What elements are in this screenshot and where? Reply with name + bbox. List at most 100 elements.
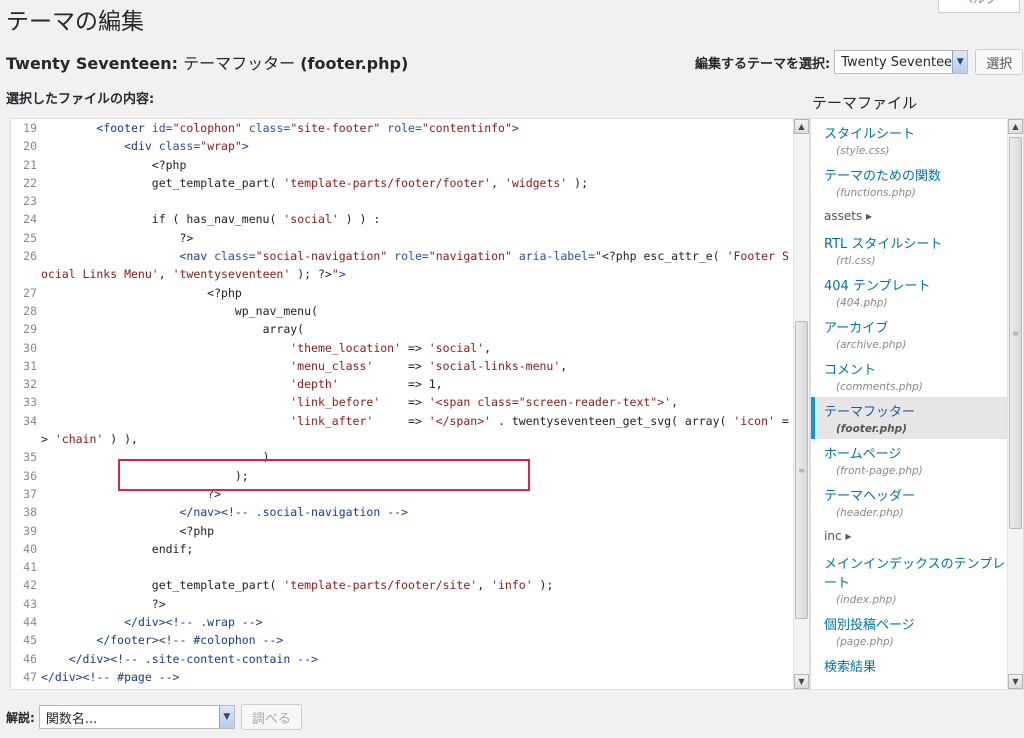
line-number: 21 [23,157,37,172]
code-text: endif; [41,541,194,556]
code-line: 40 endif; [11,540,795,558]
sidebar-scroll-thumb[interactable]: ≡ [1009,137,1022,529]
code-line: 46 </div><!-- .site-content-contain --> [11,650,795,668]
line-number: 19 [23,121,37,135]
theme-file-name[interactable]: テーマヘッダー [824,485,1009,504]
code-text: </footer><!-- #colophon --> [96,633,284,648]
line-number: 46 [23,651,37,666]
theme-file-item[interactable]: 検索結果 [811,652,1009,679]
function-select[interactable]: 関数名... ▼ [38,705,235,729]
selected-file-label: 選択したファイルの内容: [6,92,155,107]
theme-select[interactable]: Twenty Seventeen ▼ [834,50,969,74]
code-line: 22 get_template_part( 'template-parts/fo… [11,174,795,192]
code-text: </div><!-- .wrap --> [124,615,263,630]
editor-scrollbar[interactable]: ▲ ≡ ▼ [793,119,809,689]
theme-select-value: Twenty Seventeen [841,54,953,70]
theme-file-path: (front-page.php) [836,465,923,477]
theme-file-name[interactable]: メインインデックスのテンプレート [824,553,1009,591]
line-number: 24 [23,212,37,227]
folder-toggle[interactable]: assets ▸ [811,203,1009,229]
code-line: 28 wp_nav_menu( [11,302,795,320]
theme-file-item[interactable]: RTL スタイルシート (rtl.css) [811,229,1009,271]
theme-file-item[interactable]: コメント (comments.php) [811,355,1009,397]
theme-file-path: (footer.php) [836,423,907,435]
theme-file-item[interactable]: テーマフッター (footer.php) [811,397,1009,439]
line-number: 28 [23,303,37,318]
line-number: 39 [23,523,37,538]
code-line: 35 ) [11,448,795,466]
theme-select-label: 編集するテーマを選択: [695,56,831,72]
theme-file-item[interactable]: テーマのための関数 (functions.php) [811,161,1009,203]
theme-file-path: (404.php) [836,297,888,309]
lookup-button[interactable]: 調べる [240,704,302,730]
theme-file-item[interactable]: 個別投稿ページ (page.php) [811,610,1009,652]
line-number: 32 [23,377,37,392]
theme-file-name[interactable]: コメント [824,359,1009,378]
editor-scroll-thumb[interactable]: ≡ [795,321,808,619]
code-text: get_template_part( 'template-parts/foote… [41,175,589,190]
code-text: ?> [41,596,166,611]
code-line: 33 'link_before' => '<span class="screen… [11,393,795,411]
chevron-down-icon[interactable]: ▼ [952,51,968,73]
theme-file-path: (index.php) [836,594,897,606]
sidebar-scrollbar[interactable]: ▲ ≡ ▼ [1007,119,1023,689]
scroll-up-icon[interactable]: ▲ [794,119,809,134]
help-tab[interactable]: ヘルプ [938,0,1020,13]
theme-file-name[interactable]: ホームページ [824,443,1009,462]
theme-file-path: (page.php) [836,636,894,648]
code-line: 39 <?php [11,522,795,540]
code-line: 26 <nav class="social-navigation" role="… [11,247,795,284]
theme-file-name[interactable]: テーマのための関数 [824,165,1009,184]
documentation-bar: 解説: 関数名... ▼ 調べる [6,704,302,730]
theme-file-item[interactable]: テーマヘッダー (header.php) [811,481,1009,523]
code-line: 30 'theme_location' => 'social', [11,339,795,357]
code-line: 41 [11,558,795,576]
scroll-down-icon[interactable]: ▼ [794,674,809,689]
function-select-value: 関数名... [45,711,98,727]
theme-file-path: (rtl.css) [836,255,876,267]
code-text: ?> [41,486,222,501]
theme-file-name[interactable]: 個別投稿ページ [824,614,1009,633]
theme-file-item[interactable]: メインインデックスのテンプレート (index.php) [811,549,1009,610]
file-name: (footer.php) [300,54,409,73]
theme-file-name[interactable]: スタイルシート [824,123,1009,142]
theme-file-name[interactable]: RTL スタイルシート [824,233,1009,252]
code-text: <?php [41,157,187,172]
code-line: 27 <?php [11,284,795,302]
code-text: <footer id="colophon" class="site-footer… [96,121,519,135]
code-line: 20 <div class="wrap"> [11,137,795,155]
theme-file-item[interactable]: アーカイブ (archive.php) [811,313,1009,355]
select-theme-button[interactable]: 選択 [975,49,1024,75]
page-title: テーマの編集 [6,9,144,35]
file-title: テーマフッター [183,54,296,73]
scroll-down-icon[interactable]: ▼ [1008,674,1023,689]
theme-file-name[interactable]: 404 テンプレート [824,275,1009,294]
code-textarea[interactable]: 19 <footer id="colophon" class="site-foo… [11,119,795,689]
line-number: 35 [23,450,37,465]
code-editor[interactable]: 19 <footer id="colophon" class="site-foo… [10,118,810,690]
theme-file-name[interactable]: 検索結果 [824,656,1009,675]
code-line: 29 array( [11,320,795,338]
chevron-down-icon[interactable]: ▼ [218,706,234,728]
folder-toggle[interactable]: inc ▸ [811,523,1009,549]
scroll-up-icon[interactable]: ▲ [1008,119,1023,134]
code-text: 'menu_class' => 'social-links-menu', [290,358,568,373]
theme-file-name[interactable]: テーマフッター [824,401,1009,420]
theme-files-title: テーマファイル [812,94,918,112]
code-text: 'theme_location' => 'social', [290,340,492,355]
theme-file-item[interactable]: 404 テンプレート (404.php) [811,271,1009,313]
theme-file-name[interactable]: アーカイブ [824,317,1009,336]
line-number: 27 [23,285,37,300]
code-text: </nav><!-- .social-navigation --> [179,505,408,520]
theme-select-form: 編集するテーマを選択: Twenty Seventeen ▼ 選択 [695,49,1024,75]
line-number: 34 [23,413,37,428]
code-text: 'depth' => 1, [290,377,443,392]
line-number: 38 [23,505,37,520]
line-number: 23 [23,194,37,209]
theme-files-panel: スタイルシート (style.css) テーマのための関数 (functions.ph… [810,118,1024,690]
theme-file-item[interactable]: ホームページ (front-page.php) [811,439,1009,481]
line-number: 43 [23,596,37,611]
theme-file-item[interactable]: スタイルシート (style.css) [811,119,1009,161]
